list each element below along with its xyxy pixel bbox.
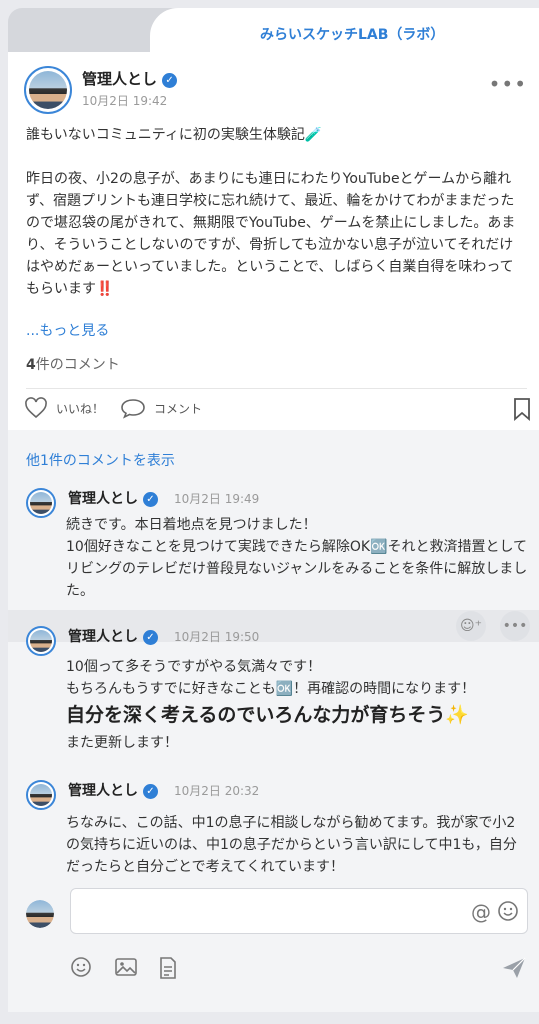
post-body: 誰もいないコミュニティに初の実験生体験記🧪 昨日の夜、小2の息子が、あまりにも連… xyxy=(26,124,526,300)
bookmark-icon xyxy=(514,398,530,421)
like-label: いいね！ xyxy=(56,401,105,416)
verified-badge-icon: ✓ xyxy=(162,73,178,88)
comment-author-name: 管理人とし xyxy=(68,783,138,799)
comment-count[interactable]: 4件のコメント xyxy=(26,354,120,374)
comment-author-name: 管理人とし xyxy=(68,491,138,507)
send-icon xyxy=(503,957,526,978)
comment-button[interactable]: コメント xyxy=(120,397,202,419)
comment-body: 10個って多そうですがやる気満々です！ もちろんもうすでに好きなことも🆗！再確認… xyxy=(66,656,528,754)
comment-author[interactable]: 管理人とし ✓ xyxy=(68,626,158,646)
send-button[interactable] xyxy=(501,956,527,984)
tab-community[interactable]: みらいスケッチLAB（ラボ） xyxy=(150,8,539,52)
bookmark-button[interactable] xyxy=(512,397,532,425)
comment-bubble-icon xyxy=(121,399,145,419)
comment-body: ちなみに、この話、中1の息子に相談しながら勧めてます。我が家で小2の気持ちに近い… xyxy=(66,812,528,878)
verified-badge-icon: ✓ xyxy=(143,492,158,507)
comment-date: 10月2日 19:50 xyxy=(174,630,260,644)
comment-author[interactable]: 管理人とし ✓ xyxy=(68,488,158,508)
avatar[interactable] xyxy=(26,626,56,656)
divider xyxy=(26,388,527,389)
more-dots-icon[interactable]: ••• xyxy=(489,72,527,96)
comment-author-name: 管理人とし xyxy=(68,629,138,645)
comment-author[interactable]: 管理人とし ✓ xyxy=(68,780,158,800)
document-icon[interactable] xyxy=(158,956,178,984)
author-avatar[interactable] xyxy=(24,66,72,114)
avatar[interactable] xyxy=(26,780,56,810)
comment-date: 10月2日 20:32 xyxy=(174,784,260,798)
comment-text: 10個って多そうですがやる気満々です！ もちろんもうすでに好きなことも🆗！再確認… xyxy=(66,659,476,697)
show-more-comments-link[interactable]: 他1件のコメントを表示 xyxy=(26,450,175,470)
comment-emphasis-text: 自分を深く考えるのでいろんな力が育ちそう✨ xyxy=(66,704,470,726)
mention-icon[interactable]: @ xyxy=(471,900,491,924)
see-more-link[interactable]: ...もっと見る xyxy=(26,320,109,340)
tab-bar: みらいスケッチLAB（ラボ） xyxy=(0,0,539,52)
heart-icon xyxy=(25,397,47,419)
image-icon[interactable] xyxy=(114,956,138,982)
community-tab-label: みらいスケッチLAB（ラボ） xyxy=(260,27,445,43)
emoji-icon[interactable] xyxy=(497,900,519,926)
add-reaction-icon[interactable]: ☺⁺ xyxy=(456,611,486,641)
comment-text: 続きです。本日着地点を見つけました！ 10個好きなことを見つけて実践できたら解除… xyxy=(66,517,528,599)
comment-input[interactable]: @ xyxy=(70,888,528,934)
comment-body: 続きです。本日着地点を見つけました！ 10個好きなことを見つけて実践できたら解除… xyxy=(66,514,528,602)
comments-section: 他1件のコメントを表示 管理人とし ✓ 10月2日 19:49 続きです。本日着地… xyxy=(8,430,539,1012)
post-text: 誰もいないコミュニティに初の実験生体験記🧪 昨日の夜、小2の息子が、あまりにも連… xyxy=(26,127,516,297)
avatar[interactable] xyxy=(26,488,56,518)
verified-badge-icon: ✓ xyxy=(143,784,158,799)
post-actions: いいね！ コメント xyxy=(24,397,532,421)
verified-badge-icon: ✓ xyxy=(143,630,158,645)
comment-text: また更新します！ xyxy=(66,735,178,751)
comment-label: コメント xyxy=(154,401,203,416)
comment-text: ちなみに、この話、中1の息子に相談しながら勧めてます。我が家で小2の気持ちに近い… xyxy=(66,815,517,875)
post-author[interactable]: 管理人とし ✓ xyxy=(82,68,178,89)
comment-date: 10月2日 19:49 xyxy=(174,492,260,506)
like-button[interactable]: いいね！ xyxy=(24,397,104,419)
post-card: 管理人とし ✓ 10月2日 19:42 ••• 誰もいないコミュニティに初の実験生… xyxy=(8,52,539,1012)
avatar xyxy=(26,900,54,928)
post-author-name: 管理人とし xyxy=(82,70,158,88)
emoji-icon[interactable] xyxy=(70,956,92,982)
more-dots-icon[interactable]: ••• xyxy=(500,611,530,641)
comment-count-number: 4 xyxy=(26,357,36,373)
post-date: 10月2日 19:42 xyxy=(82,94,168,108)
comment-count-suffix: 件のコメント xyxy=(35,357,120,373)
